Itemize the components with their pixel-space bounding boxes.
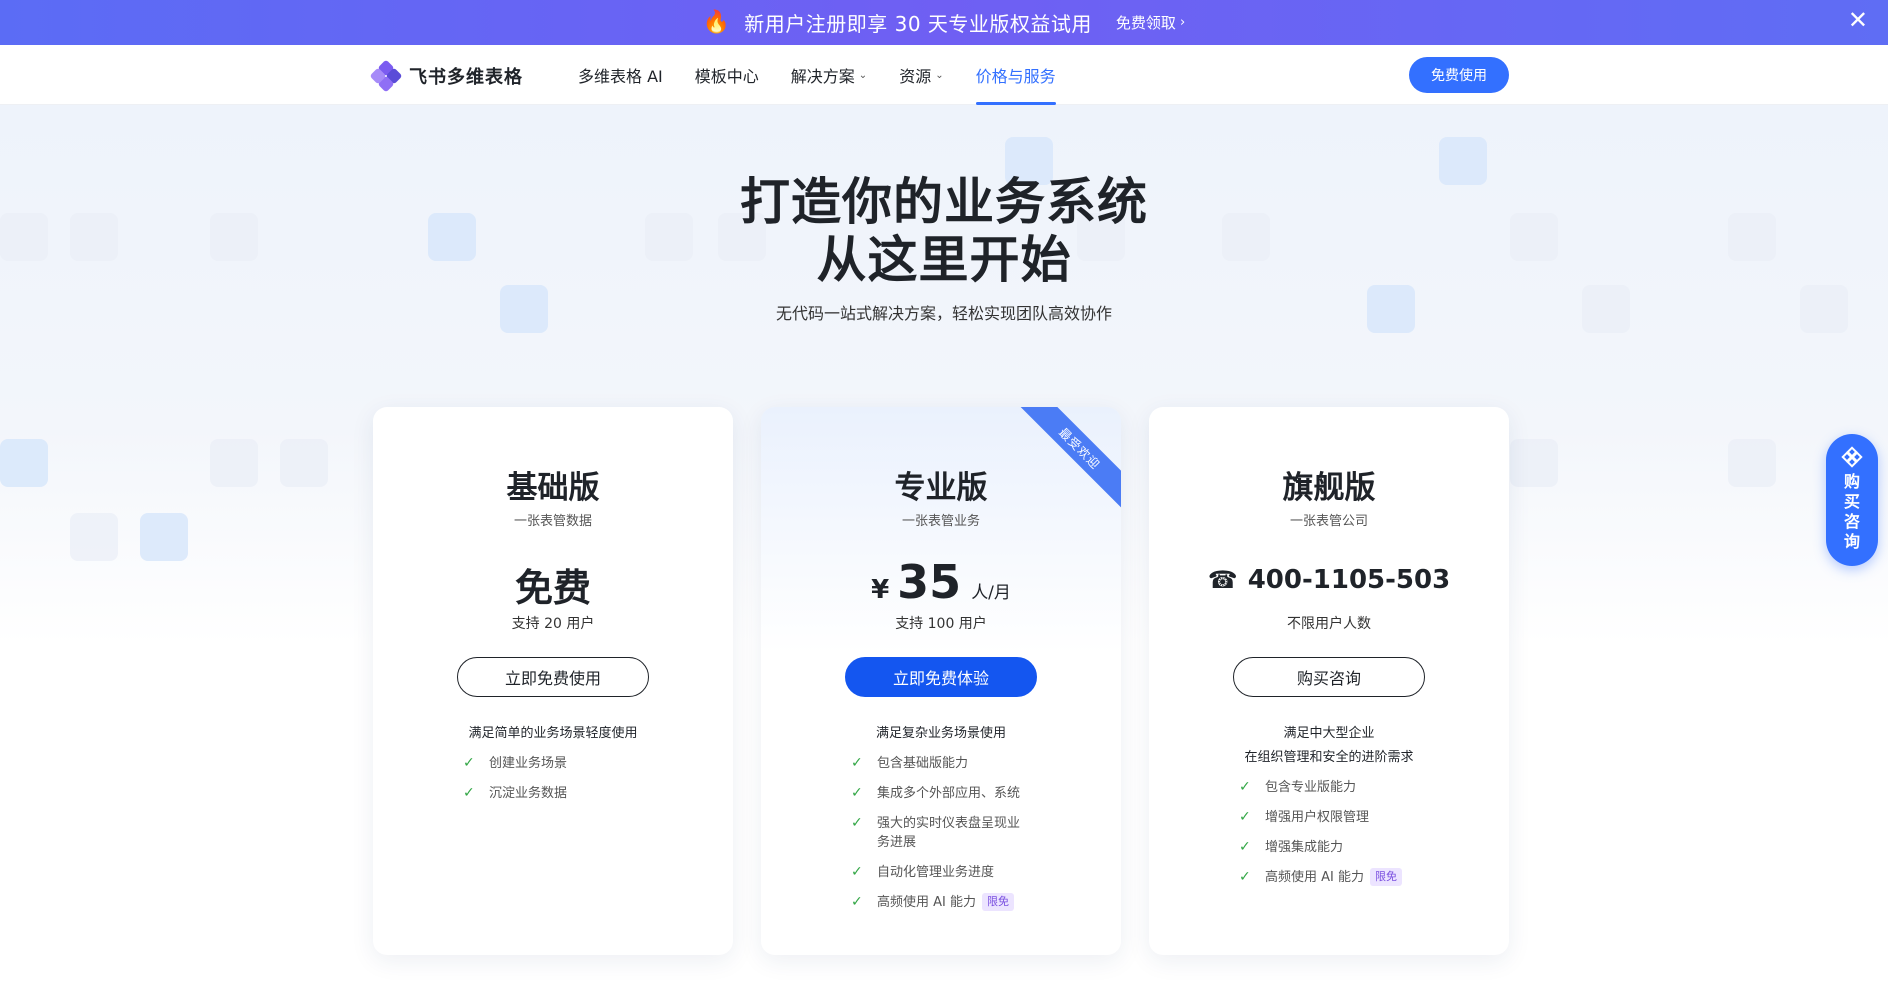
hero-title-line2: 从这里开始: [816, 231, 1072, 289]
check-icon: ✓: [851, 755, 863, 771]
price-value: 35: [897, 555, 962, 609]
free-tag: 限免: [982, 893, 1014, 911]
nav-item-solutions[interactable]: 解决方案 ⌄: [791, 45, 867, 105]
plan-card-pro: 最受欢迎 专业版 一张表管业务 ¥ 35 人/月 支持 100 用户 立即免费体…: [761, 407, 1121, 955]
nav-item-pricing[interactable]: 价格与服务: [975, 45, 1056, 105]
plan-users: 不限用户人数: [1287, 616, 1371, 632]
feature-text: 自动化管理业务进度: [877, 865, 995, 880]
check-icon: ✓: [1239, 809, 1251, 825]
logo-icon: [369, 59, 403, 93]
feature-text: 增强用户权限管理: [1265, 810, 1370, 825]
feature-list: ✓ 创建业务场景 ✓ 沉淀业务数据: [463, 754, 653, 814]
feature-head: 满足复杂业务场景使用: [875, 726, 1006, 741]
feature-text: 增强集成能力: [1265, 840, 1344, 855]
promo-banner: 🔥 新用户注册即享 30 天专业版权益试用 免费领取 › ✕: [0, 0, 1888, 45]
nav-item-label: 资源: [899, 67, 932, 86]
feature-head-line1: 满足中大型企业: [1283, 726, 1375, 741]
list-item: ✓ 创建业务场景: [463, 754, 653, 773]
list-item: ✓ 增强集成能力: [1239, 838, 1429, 857]
plan-phone: ☎ 400-1105-503: [1149, 565, 1509, 595]
list-item: ✓ 沉淀业务数据: [463, 784, 653, 803]
plan-desc: 一张表管数据: [513, 514, 592, 529]
check-icon: ✓: [463, 755, 475, 771]
nav-menu: 多维表格 AI 模板中心 解决方案 ⌄ 资源 ⌄ 价格与服务: [578, 45, 1088, 105]
plan-name: 基础版: [506, 470, 600, 506]
nav-item-resources[interactable]: 资源 ⌄: [899, 45, 943, 105]
feature-text: 集成多个外部应用、系统: [877, 786, 1021, 801]
plan-price: 免费: [514, 566, 591, 610]
feature-text: 包含专业版能力: [1265, 780, 1357, 795]
plan-users: 支持 20 用户: [511, 616, 595, 632]
purchase-consult-float-button[interactable]: 购买咨询: [1826, 434, 1878, 566]
list-item: ✓ 包含基础版能力: [851, 754, 1041, 773]
hero-subtitle: 无代码一站式解决方案，轻松实现团队高效协作: [775, 304, 1112, 323]
feature-list: ✓ 包含基础版能力 ✓ 集成多个外部应用、系统 ✓ 强大的实时仪表盘呈现业务进展 ✓ 自…: [851, 754, 1041, 923]
logo-text: 飞书多维表格: [409, 67, 523, 88]
start-free-button[interactable]: 立即免费使用: [457, 657, 649, 697]
check-icon: ✓: [1239, 779, 1251, 795]
feature-text: 高频使用 AI 能力: [1265, 870, 1364, 885]
list-item: ✓ 强大的实时仪表盘呈现业务进展: [851, 814, 1026, 852]
nav-item-label: 解决方案: [790, 67, 855, 86]
list-item: ✓ 包含专业版能力: [1239, 778, 1429, 797]
banner-claim-link[interactable]: 免费领取 ›: [1116, 12, 1185, 33]
nav-item-ai[interactable]: 多维表格 AI: [578, 45, 663, 105]
plan-desc: 一张表管业务: [901, 514, 980, 529]
feishu-logo-icon: [1841, 446, 1863, 468]
nav-item-label: 模板中心: [694, 67, 759, 86]
check-icon: ✓: [851, 815, 863, 831]
hero-title-line1: 打造你的业务系统: [740, 173, 1148, 231]
chevron-right-icon: ›: [1179, 15, 1186, 30]
list-item: ✓ 增强用户权限管理: [1239, 808, 1429, 827]
close-icon[interactable]: ✕: [1848, 8, 1868, 32]
check-icon: ✓: [1239, 869, 1251, 885]
feature-text: 创建业务场景: [489, 756, 568, 771]
purchase-consult-button[interactable]: 购买咨询: [1233, 657, 1425, 697]
check-icon: ✓: [851, 894, 863, 910]
plan-name: 旗舰版: [1282, 470, 1376, 506]
top-nav: 飞书多维表格 多维表格 AI 模板中心 解决方案 ⌄ 资源 ⌄ 价格与服务 免费使用: [0, 45, 1888, 105]
price-currency: ¥: [871, 575, 890, 605]
check-icon: ✓: [851, 864, 863, 880]
feature-head: 满足简单的业务场景轻度使用: [468, 726, 638, 741]
plan-card-basic: 基础版 一张表管数据 免费 支持 20 用户 立即免费使用 满足简单的业务场景轻…: [373, 407, 733, 955]
feature-text: 沉淀业务数据: [489, 786, 568, 801]
plan-card-flagship: 旗舰版 一张表管公司 ☎ 400-1105-503 不限用户人数 购买咨询 满足…: [1149, 407, 1509, 955]
list-item: ✓ 高频使用 AI 能力 限免: [1239, 868, 1429, 887]
plan-name: 专业版: [894, 470, 988, 506]
float-label: 购买咨询: [1843, 472, 1860, 551]
price-unit: 人/月: [971, 583, 1011, 603]
check-icon: ✓: [463, 785, 475, 801]
plan-users: 支持 100 用户: [895, 616, 987, 632]
logo[interactable]: 飞书多维表格: [369, 59, 523, 93]
banner-text: 新用户注册即享 30 天专业版权益试用: [744, 12, 1092, 36]
check-icon: ✓: [851, 785, 863, 801]
list-item: ✓ 集成多个外部应用、系统: [851, 784, 1041, 803]
feature-text: 包含基础版能力: [877, 756, 969, 771]
nav-item-templates[interactable]: 模板中心: [695, 45, 759, 105]
nav-item-label: 价格与服务: [975, 67, 1056, 86]
feature-head: 满足中大型企业 在组织管理和安全的进阶需求: [1149, 722, 1509, 770]
phone-number: 400-1105-503: [1247, 565, 1451, 595]
plan-desc: 一张表管公司: [1289, 514, 1368, 529]
hero-title: 打造你的业务系统 从这里开始: [0, 173, 1888, 289]
fire-icon: 🔥: [702, 10, 731, 35]
free-tag: 限免: [1370, 868, 1402, 886]
plan-price: ¥ 35 人/月: [761, 555, 1121, 609]
phone-icon: ☎: [1207, 566, 1238, 594]
feature-head-line2: 在组织管理和安全的进阶需求: [1244, 750, 1414, 765]
chevron-down-icon: ⌄: [935, 69, 944, 81]
check-icon: ✓: [1239, 839, 1251, 855]
banner-claim-label: 免费领取: [1115, 14, 1176, 32]
start-trial-button[interactable]: 立即免费体验: [845, 657, 1037, 697]
feature-text: 高频使用 AI 能力: [877, 895, 976, 910]
feature-list: ✓ 包含专业版能力 ✓ 增强用户权限管理 ✓ 增强集成能力 ✓ 高频使用 AI 能力 限免: [1239, 778, 1429, 898]
chevron-down-icon: ⌄: [858, 69, 868, 81]
list-item: ✓ 高频使用 AI 能力 限免: [851, 893, 1041, 912]
list-item: ✓ 自动化管理业务进度: [851, 863, 1041, 882]
feature-text: 强大的实时仪表盘呈现业务进展: [877, 816, 1021, 850]
nav-item-label: 多维表格 AI: [578, 67, 663, 86]
free-use-button[interactable]: 免费使用: [1409, 57, 1509, 93]
